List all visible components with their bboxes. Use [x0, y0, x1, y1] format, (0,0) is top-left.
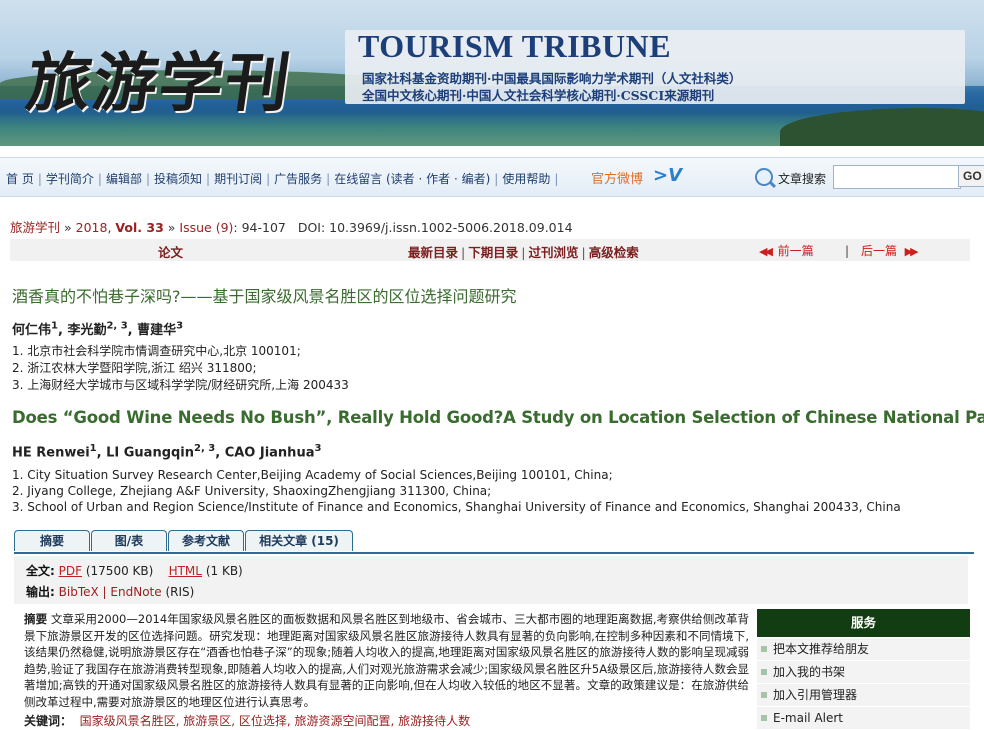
service-box: 服务 把本文推荐给朋友 加入我的书架 加入引用管理器 E-mail Alert [757, 609, 970, 730]
add-to-bookshelf-link[interactable]: 加入我的书架 [757, 661, 970, 683]
nav-about[interactable]: 学刊简介 [46, 172, 94, 186]
double-left-arrow-icon: ◀◀ [759, 245, 773, 258]
tab-related-articles[interactable]: 相关文章 (15) [245, 530, 353, 551]
nav-ads[interactable]: 广告服务 [274, 172, 322, 186]
doi: DOI: 10.3969/j.issn.1002-5006.2018.09.01… [297, 220, 573, 235]
issue-links: 最新目录 | 下期目录 | 过刊浏览 | 高级检索 [408, 245, 639, 260]
article-title-en: Does “Good Wine Needs No Bush”, Really H… [12, 408, 984, 427]
nav-message[interactable]: 在线留言 (读者 · 作者 · 编者) [334, 172, 490, 186]
latest-issue-link[interactable]: 最新目录 [408, 245, 458, 260]
main-nav: 首 页 | 学刊简介 | 编辑部 | 投稿须知 | 期刊订阅 | 广告服务 | 在线留言 (读者 · 作… [0, 157, 984, 197]
abstract-label: 摘要 [24, 612, 48, 626]
email-alert-link[interactable]: E-mail Alert [757, 707, 970, 729]
journal-link[interactable]: 旅游学刊 [10, 220, 60, 235]
export-row: 输出: BibTeX | EndNote (RIS) [26, 585, 195, 599]
abstract-text: 摘要 文章采用2000—2014年国家级风景名胜区的面板数据和风景名胜区到地级市… [24, 612, 750, 709]
advanced-search-link[interactable]: 高级检索 [589, 245, 639, 260]
section-label: 论文 [158, 245, 184, 260]
journal-tagline-2: 全国中文核心期刊·中国人文社会科学核心期刊·CSSCI来源期刊 [362, 88, 715, 103]
pdf-link[interactable]: PDF [59, 564, 82, 578]
authors-cn: 何仁伟1, 李光勤2, 3, 曹建华3 [12, 320, 184, 338]
archive-link[interactable]: 过刊浏览 [528, 245, 578, 260]
citation-line: 旅游学刊 » 2018, Vol. 33 » Issue (9): 94-107… [10, 220, 573, 235]
recommend-to-friend-link[interactable]: 把本文推荐给朋友 [757, 638, 970, 660]
nav-submission[interactable]: 投稿须知 [154, 172, 202, 186]
weibo-v-icon[interactable]: >V [653, 165, 682, 186]
year-link[interactable]: 2018 [76, 220, 108, 235]
search-input[interactable] [833, 165, 961, 189]
bibtex-link[interactable]: BibTeX [59, 585, 99, 599]
service-title: 服务 [757, 609, 970, 637]
prev-article-link[interactable]: ◀◀ 前一篇 [759, 242, 814, 259]
affiliation-cn-1: 1. 北京市社会科学院市情调查研究中心,北京 100101; [12, 344, 301, 358]
volume-link[interactable]: Vol. 33 [115, 220, 163, 235]
search-label: 文章搜索 [778, 172, 827, 186]
nav-editorial[interactable]: 编辑部 [106, 172, 142, 186]
weibo-link[interactable]: 官方微博 [591, 168, 643, 187]
search-go-button[interactable]: GO [958, 165, 984, 187]
affiliation-cn-2: 2. 浙江农林大学暨阳学院,浙江 绍兴 311800; [12, 361, 257, 375]
next-issue-link[interactable]: 下期目录 [468, 245, 518, 260]
affiliation-en-3: 3. School of Urban and Region Science/In… [12, 500, 901, 514]
pages: : 94-107 [233, 220, 286, 235]
affiliation-en-1: 1. City Situation Survey Research Center… [12, 468, 613, 482]
article-title-cn: 酒香真的不怕巷子深吗?——基于国家级风景名胜区的区位选择问题研究 [12, 287, 517, 306]
double-right-arrow-icon: ▶▶ [904, 245, 919, 258]
nav-links: 首 页 | 学刊简介 | 编辑部 | 投稿须知 | 期刊订阅 | 广告服务 | 在线留言 (读者 · 作… [6, 172, 559, 186]
issue-link[interactable]: Issue (9) [179, 220, 233, 235]
article-tabs: 摘要 图/表 参考文献 相关文章 (15) [14, 530, 974, 554]
endnote-link[interactable]: EndNote [110, 585, 161, 599]
affiliation-en-2: 2. Jiyang College, Zhejiang A&F Universi… [12, 484, 492, 498]
keywords: 关键词： 国家级风景名胜区, 旅游景区, 区位选择, 旅游资源空间配置, 旅游接… [24, 714, 471, 728]
header-banner: 旅游学刊 TOURISM TRIBUNE 国家社科基金资助期刊·中国最具国际影响… [0, 0, 984, 146]
nav-help[interactable]: 使用帮助 [502, 172, 550, 186]
html-link[interactable]: HTML [169, 564, 202, 578]
article-toolbar: 论文 最新目录 | 下期目录 | 过刊浏览 | 高级检索 ◀◀ 前一篇 | 后一篇 ▶▶ [10, 239, 970, 261]
journal-logo-calligraphy: 旅游学刊 [21, 46, 297, 121]
nav-divider: | [845, 244, 850, 258]
tab-references[interactable]: 参考文献 [168, 530, 244, 551]
tab-figures[interactable]: 图/表 [91, 530, 167, 551]
add-to-citation-manager-link[interactable]: 加入引用管理器 [757, 684, 970, 706]
nav-subscribe[interactable]: 期刊订阅 [214, 172, 262, 186]
nav-home[interactable]: 首 页 [6, 172, 34, 186]
journal-title-en: TOURISM TRIBUNE [358, 28, 672, 64]
authors-en: HE Renwei1, LI Guangqin2, 3, CAO Jianhua… [12, 443, 322, 461]
fulltext-row: 全文: PDF (17500 KB) HTML (1 KB) [26, 564, 243, 578]
tab-abstract[interactable]: 摘要 [14, 530, 90, 551]
fulltext-panel: 全文: PDF (17500 KB) HTML (1 KB) 输出: BibTe… [14, 556, 968, 604]
search-icon [755, 168, 773, 186]
affiliation-cn-3: 3. 上海财经大学城市与区域科学学院/财经研究所,上海 200433 [12, 378, 349, 392]
next-article-link[interactable]: 后一篇 ▶▶ [861, 242, 919, 259]
